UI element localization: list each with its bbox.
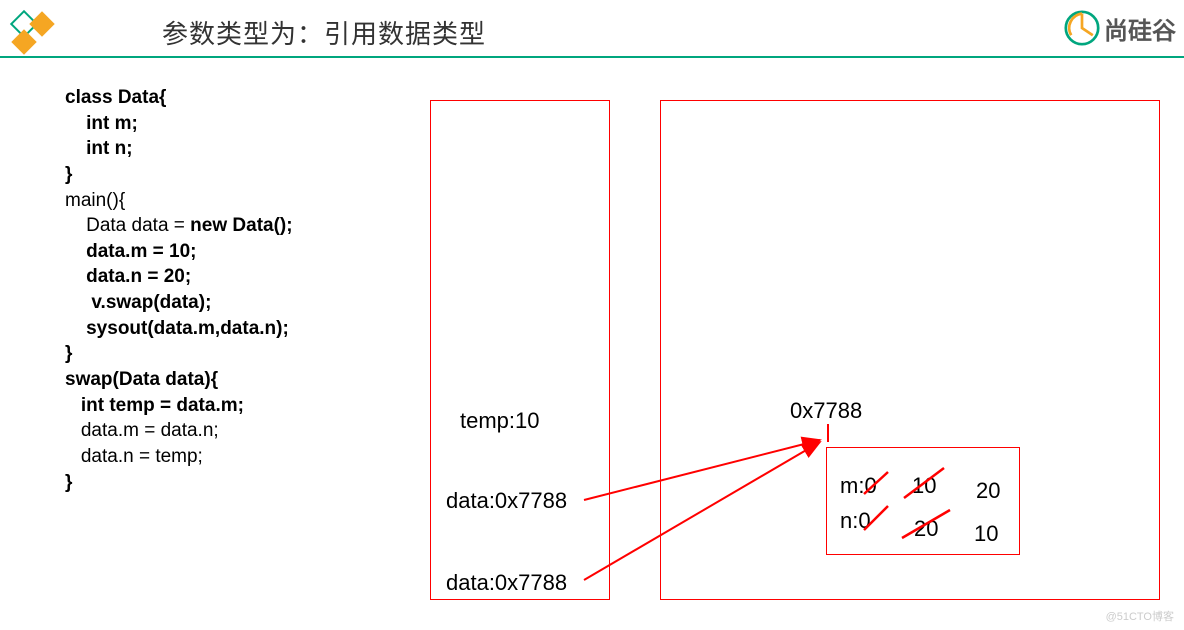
diamonds-icon <box>8 8 56 56</box>
header: 参数类型为：引用数据类型 尚硅谷 <box>0 0 1184 58</box>
logo-text: 尚硅谷 <box>1104 11 1176 46</box>
code-line: data.n = temp; <box>65 444 293 470</box>
stack-temp: temp:10 <box>460 408 540 434</box>
code-line: int temp = data.m; <box>65 393 293 419</box>
logo: 尚硅谷 <box>1064 10 1176 46</box>
code-line: swap(Data data){ <box>65 367 293 393</box>
heap-m-val2: 20 <box>976 478 1000 504</box>
watermark: @51CTO博客 <box>1106 608 1174 624</box>
heap-n-label: n:0 <box>840 508 871 534</box>
code-line: int m; <box>65 111 293 137</box>
code-line: v.swap(data); <box>65 290 293 316</box>
code-line: data.m = data.n; <box>65 418 293 444</box>
heap-n-val1: 20 <box>914 516 938 542</box>
heap-m-label: m:0 <box>840 473 877 499</box>
code-line: } <box>65 341 293 367</box>
heap-n-val2: 10 <box>974 521 998 547</box>
heap-address: 0x7788 <box>790 398 862 424</box>
logo-icon <box>1064 10 1100 46</box>
code-line: sysout(data.m,data.n); <box>65 316 293 342</box>
code-line: main(){ <box>65 188 293 214</box>
code-line: data.n = 20; <box>65 264 293 290</box>
code-line: data.m = 10; <box>65 239 293 265</box>
code-line: class Data{ <box>65 85 293 111</box>
stack-box <box>430 100 610 600</box>
code-line: int n; <box>65 136 293 162</box>
code-line: } <box>65 162 293 188</box>
stack-data1: data:0x7788 <box>446 488 567 514</box>
code-line: Data data = new Data(); <box>65 213 293 239</box>
page-title: 参数类型为：引用数据类型 <box>162 14 486 51</box>
code-block: class Data{ int m; int n; } main(){ Data… <box>65 85 293 495</box>
heap-m-val1: 10 <box>912 473 936 499</box>
code-line: } <box>65 470 293 496</box>
stack-data2: data:0x7788 <box>446 570 567 596</box>
